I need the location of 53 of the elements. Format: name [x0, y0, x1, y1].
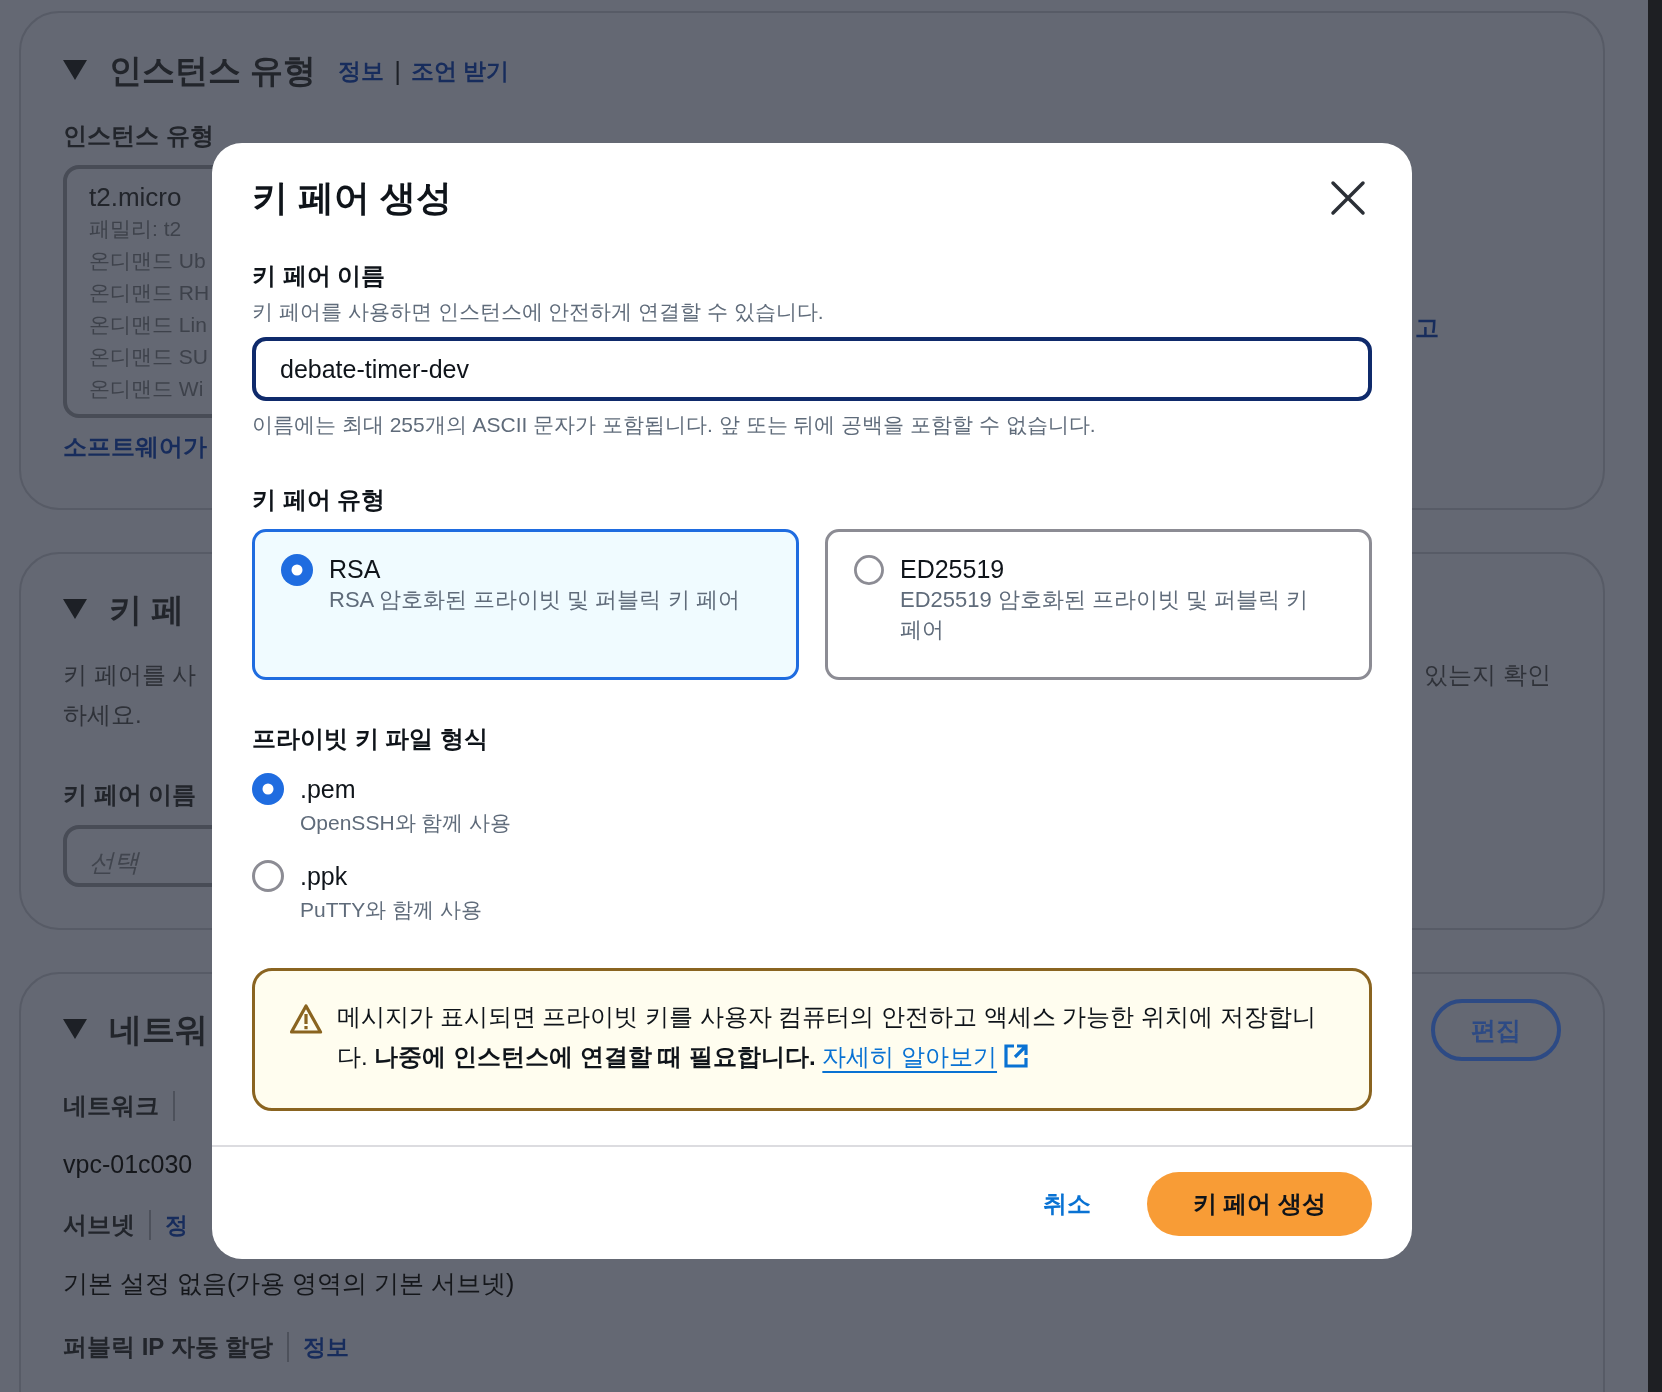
field-label: 키 페어 유형 — [252, 485, 387, 515]
field-label: 프라이빗 키 파일 형식 — [252, 724, 489, 754]
field-value: 기본 설정 없음(가용 영역의 기본 서브넷) — [63, 1268, 515, 1299]
key-type-option[interactable]: RSA RSA 암호화된 프라이빗 및 퍼블릭 키 페어 — [252, 529, 799, 680]
section-description: 하세요. — [63, 700, 142, 730]
compare-link[interactable]: 고 — [1415, 312, 1439, 344]
cancel-button[interactable]: 취소 — [1043, 1188, 1091, 1220]
collapse-triangle-icon[interactable] — [63, 1019, 87, 1041]
field-label: 인스턴스 유형 — [63, 121, 214, 151]
key-type-option[interactable]: ED25519 ED25519 암호화된 프라이빗 및 퍼블릭 키 페어 — [825, 529, 1372, 680]
software-link[interactable]: 소프트웨어가 — [63, 431, 207, 463]
section-description: 키 페어를 사 — [63, 660, 197, 690]
info-link[interactable]: 정 — [165, 1209, 188, 1241]
alert-message: 메시지가 표시되면 프라이빗 키를 사용자 컴퓨터의 안전하고 액세스 가능한 위치에 저장합니다. 나중에 인스턴스에 연결할 때 필요합니다. 자세히 알아보기 — [337, 1002, 1317, 1072]
section-description: 있는지 확인 — [1424, 660, 1551, 690]
field-label: 퍼블릭 IP 자동 할당 — [63, 1332, 274, 1362]
collapse-triangle-icon[interactable] — [63, 60, 87, 82]
option-description: ED25519 암호화된 프라이빗 및 퍼블릭 키 페어 — [899, 586, 1310, 644]
field-value: vpc-01c030 — [63, 1149, 193, 1180]
warning-icon — [289, 1003, 323, 1035]
external-link-icon[interactable] — [1003, 1043, 1030, 1069]
option-title: .ppk — [300, 861, 349, 892]
info-link[interactable]: 정보 — [303, 1331, 350, 1363]
radio-button[interactable] — [252, 773, 284, 805]
radio-button[interactable] — [281, 554, 313, 586]
option-description: OpenSSH와 함께 사용 — [300, 810, 512, 836]
radio-button[interactable] — [854, 554, 884, 586]
option-title: .pem — [300, 774, 357, 805]
collapse-triangle-icon[interactable] — [63, 599, 87, 621]
section-title: 인스턴스 유형 — [109, 51, 317, 91]
advice-link[interactable]: 조언 받기 — [410, 55, 510, 87]
option-description: PuTTY와 함께 사용 — [300, 897, 483, 923]
option-description: RSA 암호화된 프라이빗 및 퍼블릭 키 페어 — [329, 586, 740, 614]
field-hint: 이름에는 최대 255개의 ASCII 문자가 포함됩니다. 앞 또는 뒤에 공백을 포함할 수 없습니다. — [252, 412, 1097, 438]
close-icon[interactable] — [1330, 180, 1366, 216]
option-title: ED25519 — [899, 554, 1006, 585]
field-label: 서브넷 — [63, 1210, 135, 1240]
field-label: 네트워크 — [63, 1091, 159, 1121]
edit-button[interactable]: 편집 — [1431, 999, 1561, 1061]
field-label: 키 페어 이름 — [252, 261, 387, 291]
instance-type-name: t2.micro — [89, 181, 182, 213]
info-link[interactable]: 정보 — [338, 55, 385, 87]
field-label: 키 페어 이름 — [63, 780, 197, 810]
key-pair-name-input[interactable]: debate-timer-dev — [252, 337, 1372, 401]
create-key-pair-button[interactable]: 키 페어 생성 — [1147, 1172, 1372, 1236]
separator: | — [394, 55, 401, 87]
field-description: 키 페어를 사용하면 인스턴스에 안전하게 연결할 수 있습니다. — [252, 299, 825, 325]
radio-button[interactable] — [252, 860, 284, 892]
section-title: 키 페 — [109, 590, 185, 630]
dialog-title: 키 페어 생성 — [252, 176, 452, 220]
section-title: 네트워 — [109, 1010, 208, 1050]
option-title: RSA — [329, 554, 382, 585]
learn-more-link[interactable]: 자세히 알아보기 — [822, 1043, 998, 1070]
